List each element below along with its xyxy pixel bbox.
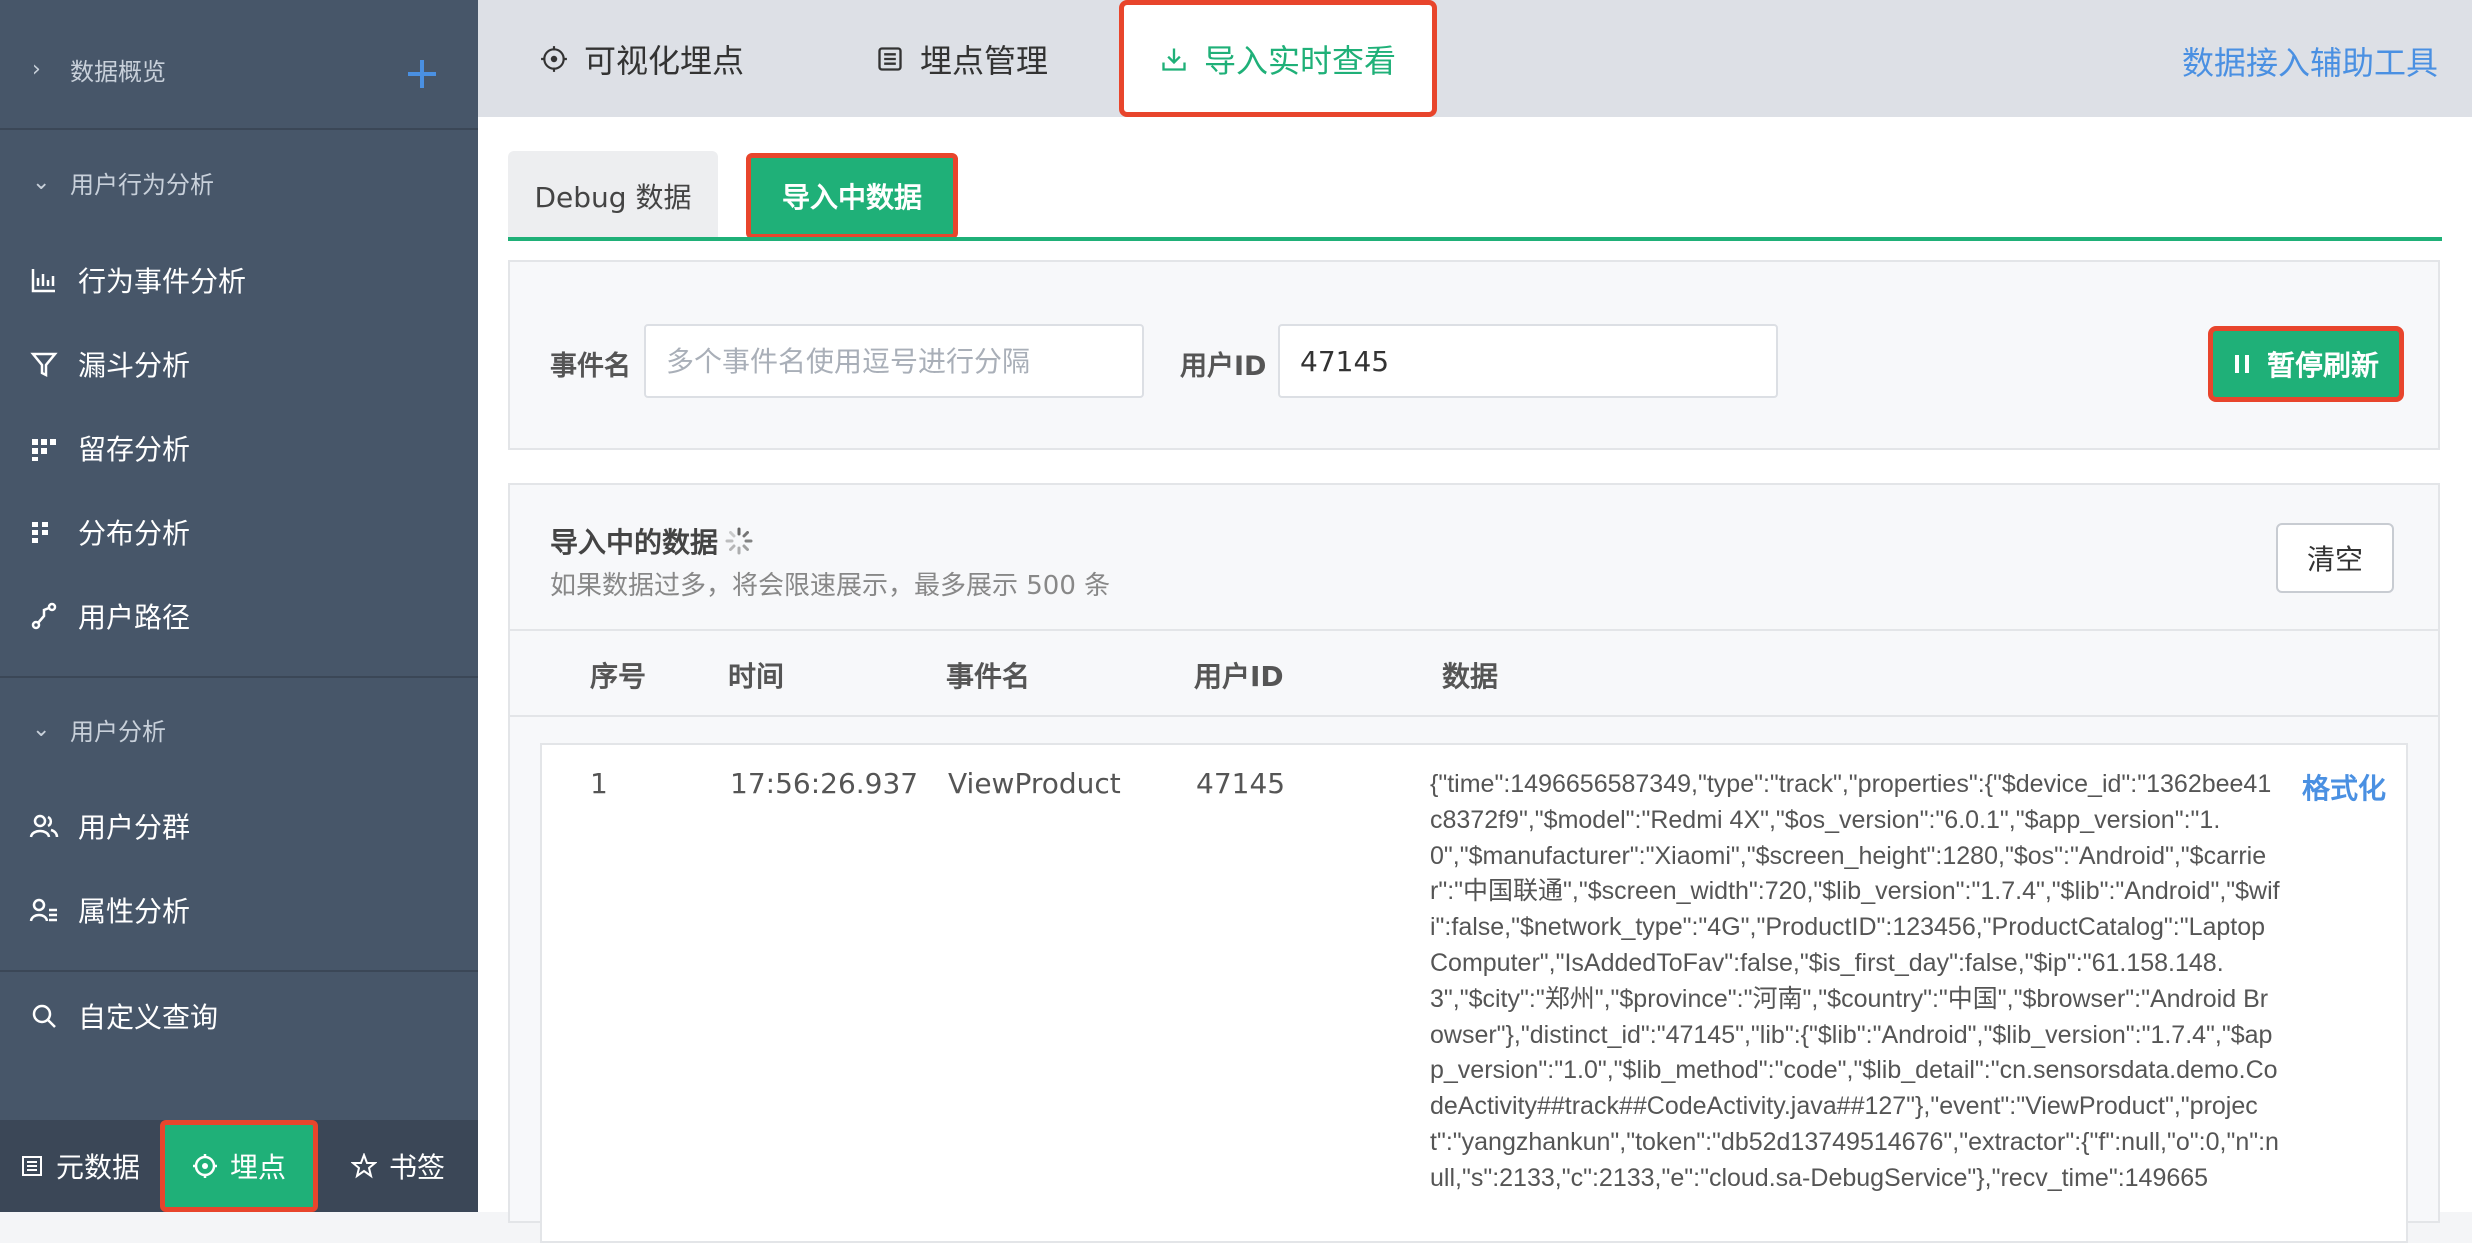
cell-event: ViewProduct	[948, 767, 1121, 800]
sidebar-section-label: 数据概览	[70, 58, 166, 86]
user-id-input[interactable]	[1278, 324, 1778, 398]
chevron-down-icon: ⌄	[32, 170, 51, 195]
data-access-tool-link[interactable]: 数据接入辅助工具	[2182, 38, 2438, 84]
cell-time: 17:56:26.937	[730, 767, 919, 800]
sidebar-item-label: 留存分析	[78, 433, 191, 466]
sidebar-bottom-tabs: 元数据 埋点 书签	[0, 1120, 478, 1212]
sidebar-item-label: 漏斗分析	[78, 349, 191, 382]
users-icon	[26, 808, 62, 844]
sidebar-item-label: 属性分析	[78, 895, 191, 928]
tab-visual-tracking[interactable]: 可视化埋点	[540, 0, 744, 117]
search-icon	[26, 998, 62, 1034]
sidebar-item-label: 用户路径	[78, 601, 191, 634]
tab-label: 可视化埋点	[584, 41, 745, 80]
cell-data-json: {"time":1496656587349,"type":"track","pr…	[1430, 770, 2280, 1192]
bottom-tab-label: 书签	[388, 1151, 445, 1184]
sidebar-section-users[interactable]: ⌄ 用户分析	[0, 712, 478, 747]
distribution-icon	[26, 514, 62, 550]
subtab-importing-data[interactable]: 导入中数据	[746, 153, 958, 239]
user-id-label: 用户ID	[1180, 351, 1267, 382]
column-header-data: 数据	[1442, 660, 1499, 693]
event-name-label: 事件名	[550, 351, 631, 382]
main-content: Debug 数据 导入中数据 事件名 用户ID 暂停刷新 导入中的数据 如果数据…	[478, 117, 2472, 1243]
sidebar-item-attribute-analysis[interactable]: 属性分析	[0, 878, 478, 942]
column-header-user-id: 用户ID	[1194, 660, 1284, 693]
panel-title-text: 导入中的数据	[550, 526, 719, 559]
chevron-down-icon: ⌄	[32, 717, 51, 742]
bar-chart-icon	[26, 262, 62, 298]
sidebar-item-label: 自定义查询	[78, 1001, 219, 1034]
bottom-tab-label: 埋点	[229, 1151, 286, 1184]
download-icon	[1160, 45, 1188, 73]
bottom-tab-label: 元数据	[55, 1151, 140, 1184]
column-header-time: 时间	[728, 660, 785, 693]
sidebar-divider	[0, 970, 478, 972]
cell-user-id: 47145	[1196, 767, 1286, 800]
pause-icon	[2233, 352, 2251, 376]
sidebar-section-label: 用户分析	[70, 718, 166, 746]
filter-bar: 事件名 用户ID 暂停刷新	[508, 260, 2440, 450]
sidebar-divider	[0, 676, 478, 678]
sidebar-item-label: 分布分析	[78, 517, 191, 550]
sidebar-divider	[0, 128, 478, 130]
subtab-debug-data[interactable]: Debug 数据	[508, 151, 718, 241]
column-header-event: 事件名	[946, 660, 1031, 693]
add-icon[interactable]	[402, 54, 442, 94]
path-icon	[26, 598, 62, 634]
import-data-panel: 导入中的数据 如果数据过多，将会限速展示，最多展示 500 条 清空 序号 时间…	[508, 483, 2440, 1243]
tab-tracking-management[interactable]: 埋点管理	[876, 0, 1048, 117]
sidebar-item-user-groups[interactable]: 用户分群	[0, 794, 478, 858]
sidebar-section-behavior[interactable]: ⌄ 用户行为分析	[0, 165, 478, 200]
event-name-input[interactable]	[644, 324, 1144, 398]
pause-refresh-button[interactable]: 暂停刷新	[2208, 326, 2404, 402]
sidebar-item-label: 用户分群	[78, 811, 191, 844]
sidebar-item-event-analysis[interactable]: 行为事件分析	[0, 248, 478, 312]
bottom-tab-tracking[interactable]: 埋点	[160, 1120, 318, 1212]
cell-index: 1	[590, 767, 608, 800]
panel-title: 导入中的数据	[550, 521, 754, 561]
funnel-icon	[26, 346, 62, 382]
list-icon	[20, 1154, 44, 1178]
list-icon	[876, 45, 904, 73]
table-row: 1 17:56:26.937 ViewProduct 47145 {"time"…	[540, 743, 2408, 1243]
table-header: 序号 时间 事件名 用户ID 数据	[510, 629, 2438, 717]
panel-subtitle: 如果数据过多，将会限速展示，最多展示 500 条	[550, 571, 1111, 601]
top-nav: 可视化埋点 埋点管理 导入实时查看 数据接入辅助工具	[478, 0, 2472, 117]
sidebar-item-label: 行为事件分析	[78, 265, 247, 298]
sidebar: › 数据概览 ⌄ 用户行为分析 行为事件分析 漏斗分析 留存分析 分布分析 用户…	[0, 0, 478, 1212]
tab-import-realtime[interactable]: 导入实时查看	[1119, 0, 1437, 117]
bottom-tab-bookmarks[interactable]: 书签	[318, 1120, 478, 1212]
chevron-right-icon: ›	[32, 57, 41, 82]
column-header-index: 序号	[590, 660, 647, 693]
user-attribute-icon	[26, 892, 62, 928]
sidebar-item-funnel[interactable]: 漏斗分析	[0, 332, 478, 396]
format-link[interactable]: 格式化	[2302, 767, 2386, 807]
loading-spinner-icon	[725, 527, 753, 555]
clear-button[interactable]: 清空	[2276, 523, 2394, 593]
sidebar-item-retention[interactable]: 留存分析	[0, 416, 478, 480]
subtab-underline	[508, 237, 2442, 241]
tab-label: 导入实时查看	[1203, 41, 1396, 80]
target-icon	[192, 1153, 218, 1179]
target-icon	[540, 45, 568, 73]
tab-label: 埋点管理	[920, 41, 1049, 80]
sidebar-item-custom-query[interactable]: 自定义查询	[0, 984, 478, 1048]
pause-refresh-label: 暂停刷新	[2266, 349, 2379, 382]
sidebar-item-distribution[interactable]: 分布分析	[0, 500, 478, 564]
retention-icon	[26, 430, 62, 466]
sidebar-item-user-path[interactable]: 用户路径	[0, 584, 478, 648]
star-icon	[350, 1153, 377, 1179]
bottom-tab-metadata[interactable]: 元数据	[0, 1120, 160, 1212]
sidebar-section-label: 用户行为分析	[70, 171, 214, 199]
